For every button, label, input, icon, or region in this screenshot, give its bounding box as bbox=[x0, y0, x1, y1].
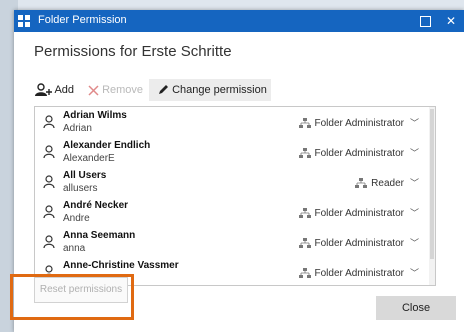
chevron-down-icon: ﹀ bbox=[409, 148, 419, 158]
user-icon bbox=[43, 145, 55, 159]
user-name: Anna Seemann bbox=[63, 230, 136, 241]
window-title: Folder Permission bbox=[38, 14, 127, 26]
add-label: Add bbox=[54, 84, 75, 96]
user-login: AlexanderE bbox=[63, 153, 115, 164]
user-icon bbox=[43, 175, 55, 189]
user-icon bbox=[43, 235, 55, 249]
remove-icon bbox=[88, 85, 99, 96]
close-icon: ✕ bbox=[445, 14, 457, 28]
role-dropdown[interactable]: Folder Administrator ﹀ bbox=[298, 236, 419, 249]
hierarchy-icon bbox=[298, 148, 311, 159]
maximize-icon bbox=[419, 16, 431, 28]
user-name: André Necker bbox=[63, 200, 129, 211]
close-window-button[interactable]: ✕ bbox=[440, 11, 462, 31]
remove-label: Remove bbox=[102, 84, 144, 96]
role-dropdown[interactable]: Folder Administrator ﹀ bbox=[298, 206, 419, 219]
role-label: Folder Administrator bbox=[314, 118, 404, 129]
role-label: Folder Administrator bbox=[314, 148, 404, 159]
list-item[interactable]: Adrian Wilms Adrian Folder Administrator… bbox=[35, 107, 427, 138]
hierarchy-icon bbox=[298, 118, 311, 129]
scrollbar-thumb[interactable] bbox=[430, 109, 434, 259]
role-dropdown[interactable]: Folder Administrator ﹀ bbox=[298, 266, 419, 279]
pencil-icon bbox=[159, 85, 168, 95]
hierarchy-icon bbox=[298, 238, 311, 249]
user-login: Adrian bbox=[63, 123, 92, 134]
user-login: anna bbox=[63, 243, 86, 254]
list-item[interactable]: Anna Seemann anna Folder Administrator ﹀ bbox=[35, 227, 427, 258]
change-permission-button[interactable]: Change permission bbox=[149, 79, 271, 101]
hierarchy-icon bbox=[298, 208, 311, 219]
title-bar[interactable]: Folder Permission ✕ bbox=[14, 10, 464, 32]
user-name: Alexander Endlich bbox=[63, 140, 151, 151]
hierarchy-icon bbox=[298, 268, 311, 279]
list-scrollbar[interactable] bbox=[429, 107, 435, 285]
close-button[interactable]: Close bbox=[376, 296, 456, 320]
app-icon bbox=[18, 15, 30, 27]
remove-button[interactable]: Remove bbox=[88, 79, 143, 101]
chevron-down-icon: ﹀ bbox=[409, 268, 419, 278]
user-name: Anne-Christine Vassmer bbox=[63, 260, 179, 271]
add-user-icon bbox=[35, 83, 52, 97]
maximize-button[interactable] bbox=[414, 11, 436, 31]
hierarchy-icon bbox=[355, 178, 368, 189]
add-button[interactable]: Add bbox=[34, 79, 74, 101]
role-label: Folder Administrator bbox=[314, 208, 404, 219]
highlight-box bbox=[10, 274, 134, 320]
list-item[interactable]: André Necker Andre Folder Administrator ﹀ bbox=[35, 197, 427, 228]
user-icon bbox=[43, 205, 55, 219]
role-dropdown[interactable]: Folder Administrator ﹀ bbox=[298, 116, 419, 129]
user-permission-list[interactable]: Adrian Wilms Adrian Folder Administrator… bbox=[34, 106, 436, 286]
chevron-down-icon: ﹀ bbox=[409, 118, 419, 128]
role-dropdown[interactable]: Reader ﹀ bbox=[355, 176, 419, 189]
role-label: Reader bbox=[371, 178, 404, 189]
change-permission-label: Change permission bbox=[172, 84, 267, 96]
user-name: All Users bbox=[63, 170, 107, 181]
page-title: Permissions for Erste Schritte bbox=[34, 43, 232, 60]
list-item[interactable]: Alexander Endlich AlexanderE Folder Admi… bbox=[35, 137, 427, 168]
chevron-down-icon: ﹀ bbox=[409, 178, 419, 188]
user-icon bbox=[43, 115, 55, 129]
role-label: Folder Administrator bbox=[314, 238, 404, 249]
list-item[interactable]: All Users allusers Reader ﹀ bbox=[35, 167, 427, 198]
role-dropdown[interactable]: Folder Administrator ﹀ bbox=[298, 146, 419, 159]
user-login: allusers bbox=[63, 183, 98, 194]
chevron-down-icon: ﹀ bbox=[409, 238, 419, 248]
role-label: Folder Administrator bbox=[314, 268, 404, 279]
user-name: Adrian Wilms bbox=[63, 110, 127, 121]
chevron-down-icon: ﹀ bbox=[409, 208, 419, 218]
user-login: Andre bbox=[63, 213, 90, 224]
